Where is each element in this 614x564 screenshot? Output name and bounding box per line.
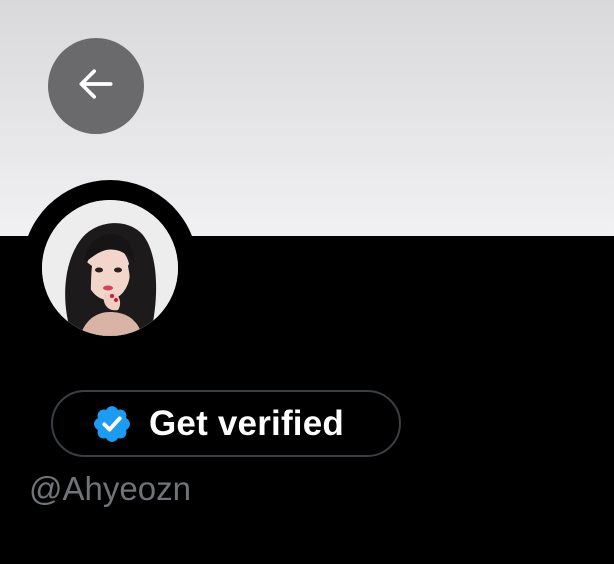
get-verified-button[interactable]: Get verified <box>51 390 401 457</box>
back-button[interactable] <box>48 38 144 134</box>
profile-handle: @Ahyeozn <box>29 470 191 507</box>
get-verified-label: Get verified <box>149 403 344 443</box>
avatar[interactable] <box>42 200 178 336</box>
verified-badge-icon <box>91 403 133 445</box>
avatar-photo <box>42 200 178 336</box>
arrow-left-icon <box>74 62 118 111</box>
